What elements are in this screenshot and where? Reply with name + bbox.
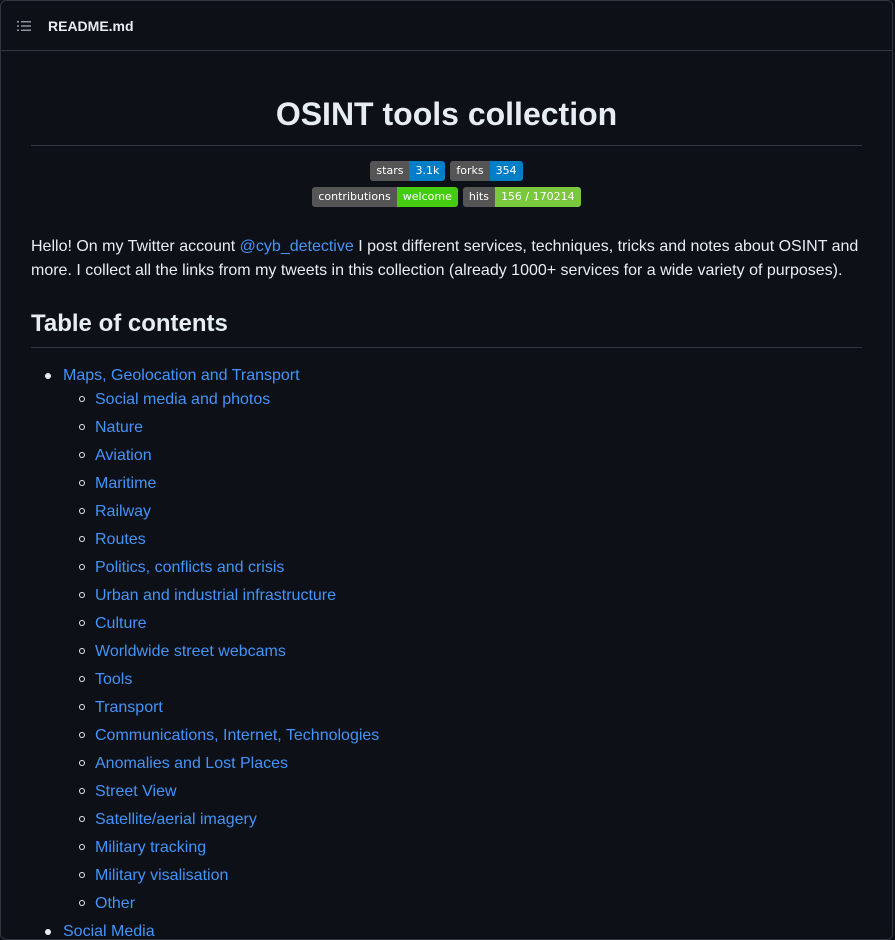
badge-label: stars [370, 161, 410, 182]
bullet-circle-icon [79, 872, 85, 879]
toc-subsection-link[interactable]: Street View [95, 783, 177, 800]
toc-subsection: Routes [63, 528, 862, 556]
bullet-circle-icon [79, 564, 85, 571]
badge-forks[interactable]: forks 354 [450, 161, 523, 182]
badge-stars[interactable]: stars 3.1k [370, 161, 446, 182]
bullet-circle-icon [79, 732, 85, 739]
readme-content: OSINT tools collection stars 3.1k forks 354… [1, 95, 892, 939]
toc-section: Maps, Geolocation and Transport Social me… [31, 364, 862, 920]
file-header: README.md [1, 1, 892, 51]
badge-value: welcome [396, 187, 458, 208]
toc-title: Table of contents [31, 309, 862, 349]
bullet-circle-icon [79, 508, 85, 515]
badge-value: 156 / 170214 [494, 187, 581, 208]
readme-panel: README.md OSINT tools collection stars 3.… [0, 0, 893, 940]
badge-label: contributions [312, 187, 397, 208]
badge-row: contributions welcome hits 156 / 170214 [31, 187, 862, 208]
toc-subsection: Street View [63, 780, 862, 808]
twitter-link[interactable]: @cyb_detective [240, 238, 354, 255]
toc-subsection-link[interactable]: Maritime [95, 475, 156, 492]
toc-subsection: Satellite/aerial imagery [63, 808, 862, 836]
bullet-circle-icon [79, 900, 85, 907]
toc-subsection-link[interactable]: Social media and photos [95, 391, 270, 408]
bullet-circle-icon [79, 648, 85, 655]
toc-subsection: Other [63, 892, 862, 920]
bullet-circle-icon [79, 480, 85, 487]
toc-subsection-link[interactable]: Worldwide street webcams [95, 643, 286, 660]
file-name[interactable]: README.md [48, 18, 134, 34]
list-icon[interactable] [16, 18, 32, 34]
toc-subsection-link[interactable]: Satellite/aerial imagery [95, 811, 257, 828]
toc-subsection: Aviation [63, 444, 862, 472]
toc-subsection: Culture [63, 612, 862, 640]
bullet-circle-icon [79, 396, 85, 403]
toc-subsection-link[interactable]: Transport [95, 699, 163, 716]
toc-subsection: Social media and photos [63, 388, 862, 416]
toc-subsection: Transport [63, 696, 862, 724]
toc-subsection-link[interactable]: Tools [95, 671, 132, 688]
toc-subsection-link[interactable]: Railway [95, 503, 151, 520]
badge-row: stars 3.1k forks 354 [31, 161, 862, 182]
toc-subsection-link[interactable]: Culture [95, 615, 147, 632]
toc-subsection: Tools [63, 668, 862, 696]
bullet-circle-icon [79, 844, 85, 851]
page-title: OSINT tools collection [31, 95, 862, 147]
intro-paragraph: Hello! On my Twitter account @cyb_detect… [31, 235, 862, 283]
bullet-disc-icon [45, 929, 51, 936]
toc-section-link[interactable]: Maps, Geolocation and Transport [63, 367, 300, 384]
badges: stars 3.1k forks 354 contributions welcome hit… [31, 161, 862, 208]
intro-text-before: Hello! On my Twitter account [31, 238, 240, 256]
toc-subsection-link[interactable]: Communications, Internet, Technologies [95, 727, 379, 744]
toc-subsection-link[interactable]: Anomalies and Lost Places [95, 755, 288, 772]
toc-subsection: Worldwide street webcams [63, 640, 862, 668]
toc-subsection-link[interactable]: Aviation [95, 447, 152, 464]
toc-subsection: Military visalisation [63, 864, 862, 892]
toc-subsection-link[interactable]: Military visalisation [95, 867, 228, 884]
badge-contributions[interactable]: contributions welcome [312, 187, 458, 208]
bullet-disc-icon [45, 373, 51, 380]
toc-subsection-list: Social media and photos Nature Aviation Mar… [63, 388, 862, 920]
toc-subsection-link[interactable]: Other [95, 895, 135, 912]
badge-value: 3.1k [409, 161, 446, 182]
toc-subsection: Anomalies and Lost Places [63, 752, 862, 780]
toc-subsection-link[interactable]: Politics, conflicts and crisis [95, 559, 284, 576]
bullet-circle-icon [79, 536, 85, 543]
toc-subsection: Maritime [63, 472, 862, 500]
bullet-circle-icon [79, 452, 85, 459]
toc-subsection-link[interactable]: Nature [95, 419, 143, 436]
badge-label: forks [450, 161, 490, 182]
toc-subsection: Politics, conflicts and crisis [63, 556, 862, 584]
toc-section-link[interactable]: Social Media [63, 923, 155, 939]
bullet-circle-icon [79, 592, 85, 599]
badge-label: hits [462, 187, 495, 208]
badge-value: 354 [489, 161, 523, 182]
bullet-circle-icon [79, 424, 85, 431]
bullet-circle-icon [79, 788, 85, 795]
table-of-contents: Maps, Geolocation and Transport Social me… [31, 364, 862, 939]
toc-subsection-link[interactable]: Urban and industrial infrastructure [95, 587, 336, 604]
badge-hits[interactable]: hits 156 / 170214 [462, 187, 581, 208]
bullet-circle-icon [79, 704, 85, 711]
toc-subsection: Communications, Internet, Technologies [63, 724, 862, 752]
bullet-circle-icon [79, 816, 85, 823]
toc-subsection: Urban and industrial infrastructure [63, 584, 862, 612]
toc-subsection-link[interactable]: Military tracking [95, 839, 206, 856]
toc-subsection: Nature [63, 416, 862, 444]
bullet-circle-icon [79, 760, 85, 767]
toc-subsection: Railway [63, 500, 862, 528]
toc-subsection: Military tracking [63, 836, 862, 864]
toc-subsection-link[interactable]: Routes [95, 531, 146, 548]
bullet-circle-icon [79, 676, 85, 683]
toc-section: Social Media [31, 920, 862, 939]
bullet-circle-icon [79, 620, 85, 627]
